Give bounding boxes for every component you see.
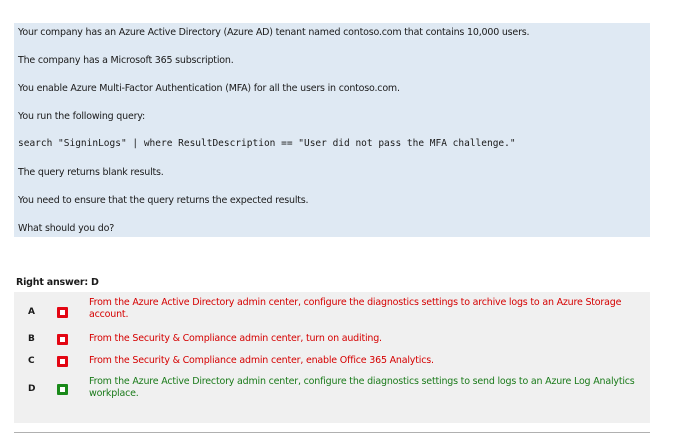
question-prompt: What should you do?: [18, 223, 115, 234]
query-code: search "SigninLogs" | where ResultDescri…: [18, 138, 516, 149]
question-line: The company has a Microsoft 365 subscrip…: [18, 55, 234, 66]
divider: [14, 432, 650, 433]
question-line: You enable Azure Multi-Factor Authentica…: [18, 83, 400, 94]
option-text: From the Security & Compliance admin cen…: [89, 355, 434, 366]
option-letter: C: [28, 356, 35, 366]
options-panel: A From the Azure Active Directory admin …: [14, 292, 650, 423]
correct-marker-icon: [57, 384, 68, 395]
option-text: From the Azure Active Directory admin ce…: [89, 297, 622, 320]
question-line: You run the following query:: [18, 111, 146, 122]
wrong-marker-icon: [57, 356, 68, 367]
option-letter: D: [28, 384, 36, 394]
question-line: The query returns blank results.: [18, 167, 164, 178]
question-line: Your company has an Azure Active Directo…: [18, 27, 530, 38]
option-text: From the Security & Compliance admin cen…: [89, 333, 382, 344]
question-line: You need to ensure that the query return…: [18, 195, 309, 206]
option-text: From the Azure Active Directory admin ce…: [89, 376, 635, 399]
option-letter: A: [28, 307, 35, 317]
wrong-marker-icon: [57, 307, 68, 318]
option-letter: B: [28, 334, 35, 344]
right-answer-label: Right answer: D: [16, 277, 99, 288]
question-panel: Your company has an Azure Active Directo…: [14, 23, 650, 237]
wrong-marker-icon: [57, 334, 68, 345]
